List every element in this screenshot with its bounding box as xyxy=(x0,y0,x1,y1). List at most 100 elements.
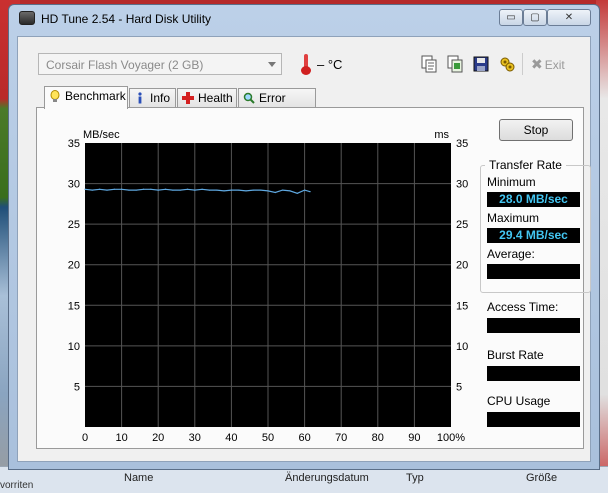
transfer-rate-point xyxy=(91,189,93,191)
x-tick-label: 60 xyxy=(298,432,310,444)
y-tick-label-right: 20 xyxy=(456,260,468,272)
transfer-rate-title: Transfer Rate xyxy=(485,158,566,172)
burst-rate-value xyxy=(487,366,580,381)
transfer-rate-point xyxy=(245,190,247,192)
average-label: Average: xyxy=(487,247,535,261)
minimize-button[interactable]: ▭ xyxy=(499,9,523,26)
x-tick-label: 40 xyxy=(225,432,237,444)
y-axis-label-right: ms xyxy=(434,129,449,141)
x-tick-label: 70 xyxy=(335,432,347,444)
copy-text-icon[interactable] xyxy=(420,55,438,73)
toolbar-separator xyxy=(522,53,523,75)
transfer-rate-point xyxy=(296,192,298,194)
x-tick-label: 30 xyxy=(189,432,201,444)
transfer-rate-point xyxy=(267,190,269,192)
close-button[interactable]: ✕ xyxy=(547,9,591,26)
exit-x-icon: ✖ xyxy=(531,56,543,72)
column-header-size[interactable]: Größe xyxy=(526,472,557,484)
window-client-area: Corsair Flash Voyager (2 GB) – °C ✖ Exit… xyxy=(17,36,591,462)
transfer-rate-point xyxy=(304,189,306,191)
tab-benchmark[interactable]: Benchmark xyxy=(44,86,128,109)
x-tick-label: 80 xyxy=(372,432,384,444)
transfer-rate-point xyxy=(157,189,159,191)
y-tick-label-left: 35 xyxy=(68,138,80,150)
y-tick-label-left: 30 xyxy=(68,179,80,191)
exit-button[interactable]: ✖ Exit xyxy=(531,56,565,73)
transfer-rate-point xyxy=(208,189,211,191)
transfer-rate-point xyxy=(99,188,101,190)
transfer-rate-point xyxy=(223,190,225,192)
hdtune-window: HD Tune 2.54 - Hard Disk Utility ▭ ▢ ✕ C… xyxy=(8,4,600,470)
title-bar[interactable]: HD Tune 2.54 - Hard Disk Utility ▭ ▢ ✕ xyxy=(9,5,599,31)
transfer-rate-point xyxy=(274,191,276,194)
temperature-readout: – °C xyxy=(317,57,343,72)
access-time-label: Access Time: xyxy=(487,300,559,314)
thermometer-icon xyxy=(301,54,311,75)
tab-error-scan[interactable]: Error Scan xyxy=(238,88,316,123)
transfer-rate-point xyxy=(260,189,262,191)
transfer-rate-point xyxy=(150,188,152,190)
column-header-date[interactable]: Änderungsdatum xyxy=(285,472,369,484)
cpu-usage-label: CPU Usage xyxy=(487,394,551,408)
transfer-rate-point xyxy=(309,191,311,193)
access-time-value xyxy=(487,318,580,333)
window-title: HD Tune 2.54 - Hard Disk Utility xyxy=(41,12,212,26)
minimize-icon: ▭ xyxy=(506,12,516,23)
stop-button[interactable]: Stop xyxy=(499,119,573,141)
transfer-rate-point xyxy=(142,188,145,190)
transfer-rate-point xyxy=(230,189,232,191)
y-tick-label-left: 10 xyxy=(68,341,80,353)
transfer-rate-point xyxy=(106,189,108,191)
column-header-name[interactable]: Name xyxy=(124,472,153,484)
tab-health[interactable]: Health xyxy=(177,88,237,108)
transfer-rate-point xyxy=(201,188,203,190)
tab-info[interactable]: Info xyxy=(129,88,176,108)
transfer-rate-point xyxy=(84,188,86,190)
tab-info-label: Info xyxy=(150,91,171,105)
cpu-usage-value xyxy=(487,412,580,427)
y-tick-label-right: 30 xyxy=(456,179,468,191)
exit-label: Exit xyxy=(544,58,565,72)
x-tick-label: 10 xyxy=(115,432,127,444)
minimum-label: Minimum xyxy=(487,175,536,189)
x-tick-label: 100% xyxy=(437,432,465,444)
transfer-rate-point xyxy=(216,189,218,191)
average-value xyxy=(487,264,580,279)
transfer-rate-point xyxy=(164,188,167,190)
save-icon[interactable] xyxy=(472,55,490,73)
burst-rate-label: Burst Rate xyxy=(487,348,544,362)
y-tick-label-left: 15 xyxy=(68,300,80,312)
transfer-rate-point xyxy=(186,188,189,190)
benchmark-panel: 0 10 20 30 40 50 60 70 80 90 100% 5 5 10 10 15 15 20 20 25 2… xyxy=(36,107,591,449)
copy-screenshot-icon[interactable] xyxy=(446,55,464,73)
transfer-rate-point xyxy=(238,189,240,191)
y-tick-label-left: 20 xyxy=(68,260,80,272)
column-header-type[interactable]: Typ xyxy=(406,472,424,484)
close-icon: ✕ xyxy=(564,12,574,23)
options-icon[interactable] xyxy=(498,55,516,73)
transfer-rate-point xyxy=(252,189,254,191)
drive-select-value: Corsair Flash Voyager (2 GB) xyxy=(46,58,204,72)
y-tick-label-left: 25 xyxy=(68,219,80,231)
y-tick-label-right: 10 xyxy=(456,341,468,353)
hdd-app-icon xyxy=(19,11,35,25)
y-tick-label-right: 35 xyxy=(456,138,468,150)
maximum-label: Maximum xyxy=(487,211,540,225)
x-tick-label: 0 xyxy=(82,432,88,444)
x-tick-label: 50 xyxy=(262,432,274,444)
info-icon xyxy=(138,92,142,104)
transfer-rate-point xyxy=(121,188,123,190)
y-tick-label-right: 5 xyxy=(456,381,462,393)
tab-benchmark-label: Benchmark xyxy=(65,89,126,103)
drive-select[interactable]: Corsair Flash Voyager (2 GB) xyxy=(38,53,282,75)
health-cross-icon xyxy=(182,92,194,104)
y-tick-label-right: 25 xyxy=(456,219,468,231)
minimum-value: 28.0 MB/sec xyxy=(487,192,580,207)
x-tick-label: 90 xyxy=(408,432,420,444)
transfer-rate-point xyxy=(282,189,284,191)
restore-button[interactable]: ▢ xyxy=(523,9,547,26)
background-favorites-text: vorriten xyxy=(0,480,34,491)
restore-icon: ▢ xyxy=(530,12,540,23)
transfer-rate-point xyxy=(113,188,115,190)
transfer-rate-point xyxy=(135,189,137,191)
